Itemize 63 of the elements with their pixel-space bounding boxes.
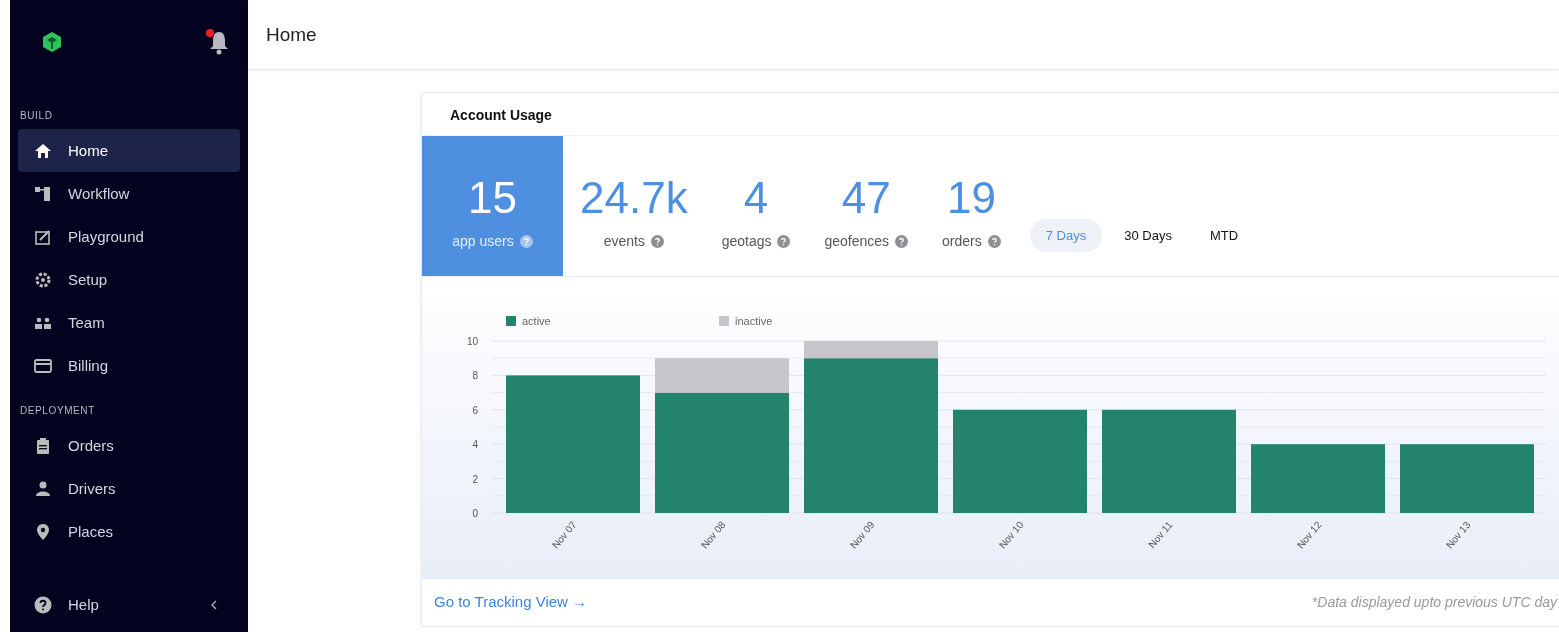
y-tick-label: 4 — [472, 439, 478, 451]
section-heading: DEPLOYMENT — [19, 404, 96, 418]
legend-label: inactive — [735, 315, 773, 327]
stat-label: app users — [452, 233, 514, 249]
tracking-view-link[interactable]: Go to Tracking View → — [434, 593, 588, 610]
nav-item[interactable]: Places — [18, 510, 240, 553]
y-tick-label: 6 — [472, 404, 478, 416]
person-icon — [34, 479, 52, 498]
x-tick-label: Nov 13 — [1443, 519, 1473, 551]
x-tick-label: Nov 12 — [1294, 519, 1324, 551]
nav-item[interactable]: Drivers — [18, 467, 240, 510]
y-tick-label: 2 — [472, 473, 478, 485]
stat-tile[interactable]: 4 geotags — [704, 136, 808, 276]
home-icon — [34, 141, 52, 160]
stat-value: 47 — [841, 173, 891, 223]
cube-logo-icon — [42, 31, 62, 53]
page-title: Home — [266, 23, 317, 46]
legend-label: active — [522, 315, 551, 327]
clipboard-icon — [34, 436, 52, 455]
x-tick-label: Nov 08 — [698, 519, 728, 551]
help-icon — [777, 234, 791, 248]
nav-item[interactable]: Home — [18, 129, 240, 172]
help-icon — [987, 234, 1001, 248]
stat-value: 24.7k — [580, 173, 688, 223]
nav-item[interactable]: Orders — [18, 424, 240, 467]
x-tick-label: Nov 11 — [1146, 519, 1175, 550]
help-icon — [519, 234, 533, 248]
stat-label: geotags — [721, 233, 772, 249]
stat-label: geofences — [824, 233, 890, 249]
footnote: *Data displayed upto previous UTC day — [1311, 593, 1557, 610]
stat-value: 19 — [946, 173, 996, 223]
range-tab[interactable]: MTD — [1193, 218, 1255, 252]
pencil-square-icon — [34, 227, 52, 246]
nav-item[interactable]: Billing — [18, 344, 240, 387]
stat-value: 4 — [743, 173, 769, 223]
collapse-chevron-icon[interactable] — [210, 599, 218, 610]
nav-item[interactable]: Playground — [18, 215, 240, 258]
y-tick-label: 10 — [466, 336, 478, 347]
pin-icon — [34, 522, 52, 541]
bell-icon[interactable] — [208, 29, 230, 55]
flowchart-icon — [34, 184, 52, 203]
help-item[interactable]: Help — [18, 583, 99, 626]
nav-item[interactable]: Team — [18, 301, 240, 344]
y-tick-label: 0 — [472, 508, 478, 519]
x-tick-label: Nov 10 — [996, 519, 1026, 551]
stat-value: 15 — [468, 173, 517, 223]
section-heading: BUILD — [19, 109, 54, 123]
stat-label: events — [603, 233, 645, 249]
nav-item[interactable]: Workflow — [18, 172, 240, 215]
nav-item[interactable]: Setup — [18, 258, 240, 301]
stat-tile[interactable]: 47 geofences — [807, 136, 926, 276]
stat-label: orders — [942, 233, 982, 249]
help-icon — [895, 234, 909, 248]
range-tab[interactable]: 30 Days — [1108, 218, 1188, 252]
y-tick-label: 8 — [472, 370, 478, 382]
x-tick-label: Nov 07 — [549, 519, 579, 551]
card-icon — [34, 356, 52, 375]
gear-icon — [34, 270, 52, 289]
question-circle-icon — [34, 595, 52, 614]
help-icon — [650, 234, 664, 248]
stat-tile[interactable]: 24.7k events — [563, 136, 705, 276]
stat-tile[interactable]: 19 orders — [925, 136, 1018, 276]
x-tick-label: Nov 09 — [847, 519, 877, 551]
